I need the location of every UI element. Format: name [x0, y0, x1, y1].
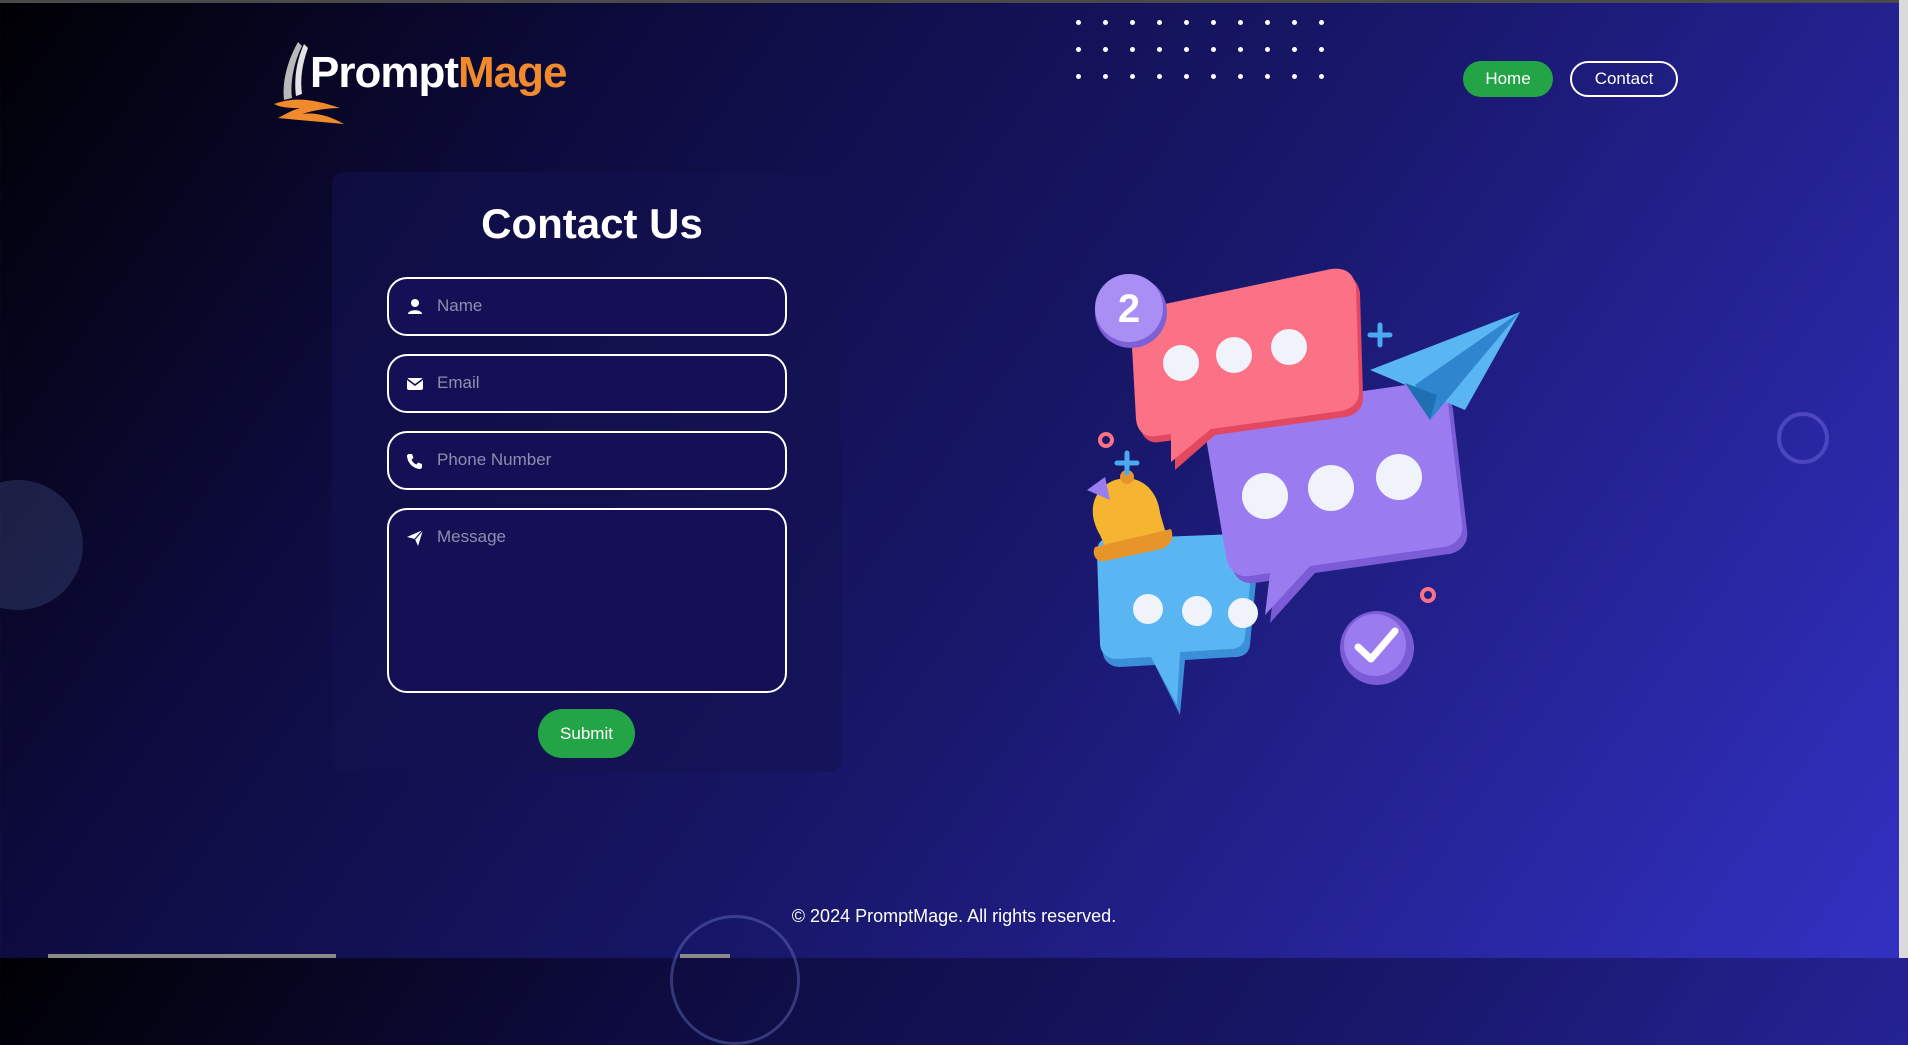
decorative-dot — [1076, 74, 1081, 79]
email-input[interactable]: Email — [437, 373, 480, 393]
decorative-dot — [1076, 47, 1081, 52]
submit-button[interactable]: Submit — [538, 709, 635, 758]
decorative-dot — [1130, 20, 1135, 25]
message-field[interactable]: Message — [387, 508, 787, 693]
phone-icon — [407, 454, 422, 469]
decorative-dot — [1238, 74, 1243, 79]
decorative-ring — [1777, 412, 1829, 464]
user-icon — [408, 299, 422, 314]
horizontal-scrollbar[interactable] — [48, 954, 336, 958]
decorative-dot — [1319, 20, 1324, 25]
logo-text-mage: Mage — [458, 48, 567, 97]
decorative-dot — [1184, 74, 1189, 79]
decorative-dot — [1184, 47, 1189, 52]
decorative-dot — [1103, 74, 1108, 79]
decorative-dot — [1265, 47, 1270, 52]
top-nav: Home Contact — [1463, 61, 1678, 97]
logo-text-prompt: Prompt — [310, 48, 459, 97]
decorative-dot — [1211, 74, 1216, 79]
top-border — [0, 0, 1908, 3]
decorative-dot — [1265, 74, 1270, 79]
horizontal-scrollbar-segment — [680, 954, 730, 958]
decorative-dot — [1319, 74, 1324, 79]
decorative-dot — [1211, 47, 1216, 52]
message-input[interactable]: Message — [437, 527, 506, 547]
decorative-circle — [0, 480, 83, 610]
decorative-dot — [1265, 20, 1270, 25]
nav-home-button[interactable]: Home — [1463, 61, 1553, 97]
decorative-dot — [1103, 47, 1108, 52]
page-title: Contact Us — [481, 200, 703, 247]
decorative-dot — [1238, 47, 1243, 52]
checkmark-badge-icon — [1340, 611, 1414, 685]
decorative-dot — [1076, 20, 1081, 25]
decorative-dot — [1157, 74, 1162, 79]
decorative-dot — [1238, 20, 1243, 25]
badge-number: 2 — [1118, 287, 1140, 331]
envelope-icon — [406, 378, 424, 390]
decorative-dot — [1157, 20, 1162, 25]
decorative-dot — [1157, 47, 1162, 52]
decorative-dot — [1292, 47, 1297, 52]
chat-bubbles-illustration: 2 — [1087, 268, 1520, 715]
paper-plane-icon — [407, 529, 424, 546]
logo-text: PromptMage — [310, 48, 567, 98]
decorative-ring-bottom — [670, 915, 800, 1045]
email-field[interactable]: Email — [387, 354, 787, 413]
decorative-dot — [1130, 47, 1135, 52]
decorative-dot — [1211, 20, 1216, 25]
decorative-dot — [1184, 20, 1189, 25]
decorative-dot — [1319, 47, 1324, 52]
decorative-dot — [1103, 20, 1108, 25]
logo[interactable]: PromptMage — [270, 38, 570, 128]
notification-badge: 2 — [1095, 274, 1167, 348]
footer-copyright: © 2024 PromptMage. All rights reserved. — [791, 906, 1117, 926]
nav-contact-button[interactable]: Contact — [1570, 61, 1678, 97]
decorative-dot — [1292, 74, 1297, 79]
decorative-dot — [1292, 20, 1297, 25]
phone-input[interactable]: Phone Number — [437, 450, 551, 470]
scrollbar[interactable] — [1899, 0, 1908, 958]
name-field[interactable]: Name — [387, 277, 787, 336]
decorative-dot-grid — [1076, 20, 1346, 86]
name-input[interactable]: Name — [437, 296, 482, 316]
phone-field[interactable]: Phone Number — [387, 431, 787, 490]
decorative-dot — [1130, 74, 1135, 79]
